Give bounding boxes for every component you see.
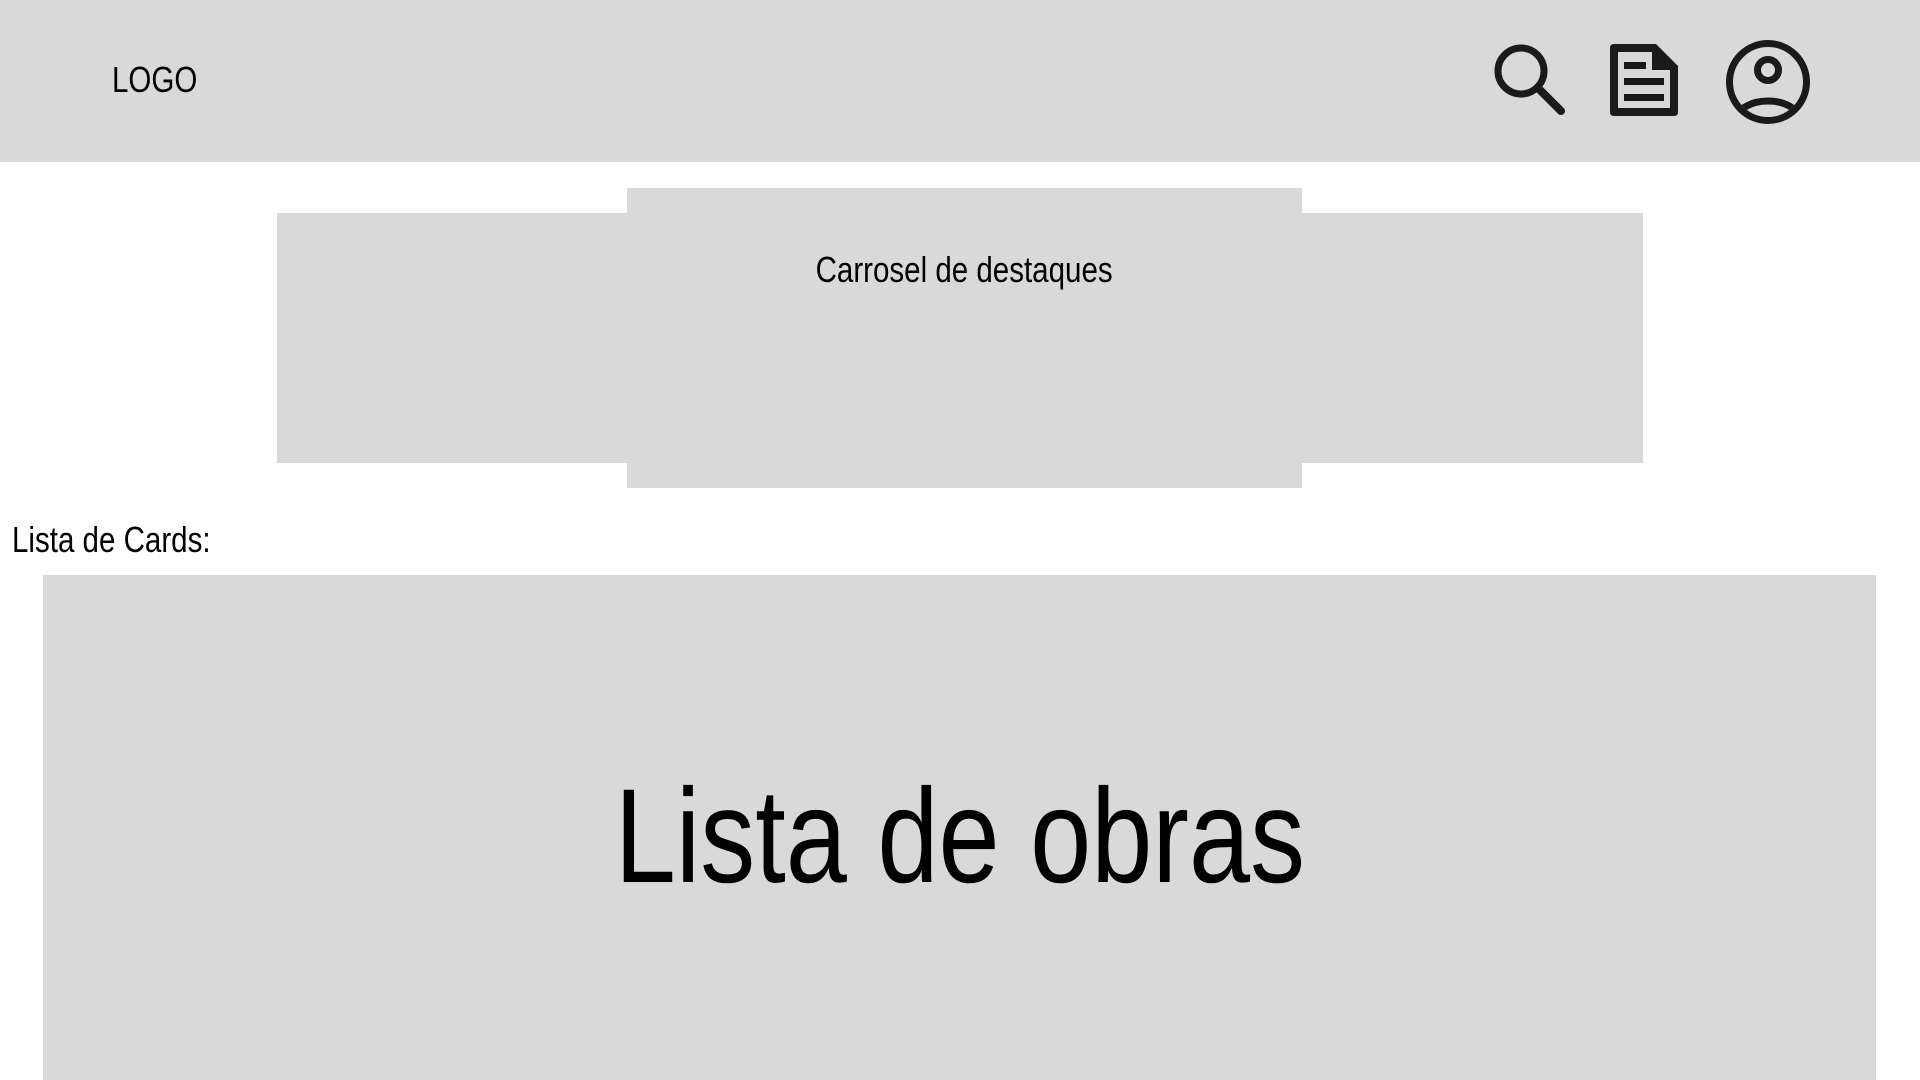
cards-section-label: Lista de Cards:	[12, 519, 211, 560]
cards-list-title-text: Lista de obras	[614, 762, 1305, 911]
carousel-label-text: Carrosel de destaques	[815, 249, 1114, 290]
search-icon	[1494, 44, 1565, 115]
logo[interactable]: LOGO	[112, 58, 197, 102]
profile-button[interactable]	[1724, 38, 1812, 126]
search-button[interactable]	[1490, 40, 1568, 118]
carousel-featured-slide[interactable]: Carrosel de destaques	[627, 188, 1302, 488]
cards-list[interactable]: Lista de obras	[43, 575, 1876, 1080]
cards-list-title: Lista de obras	[43, 757, 1876, 917]
top-bar: LOGO	[0, 0, 1920, 162]
user-profile-icon	[1726, 40, 1810, 124]
document-icon	[1610, 44, 1678, 116]
carousel-label: Carrosel de destaques	[627, 248, 1302, 292]
document-button[interactable]	[1604, 40, 1684, 120]
home-page: LOGO Carrosel de destaques Lista de Card…	[0, 0, 1920, 1080]
